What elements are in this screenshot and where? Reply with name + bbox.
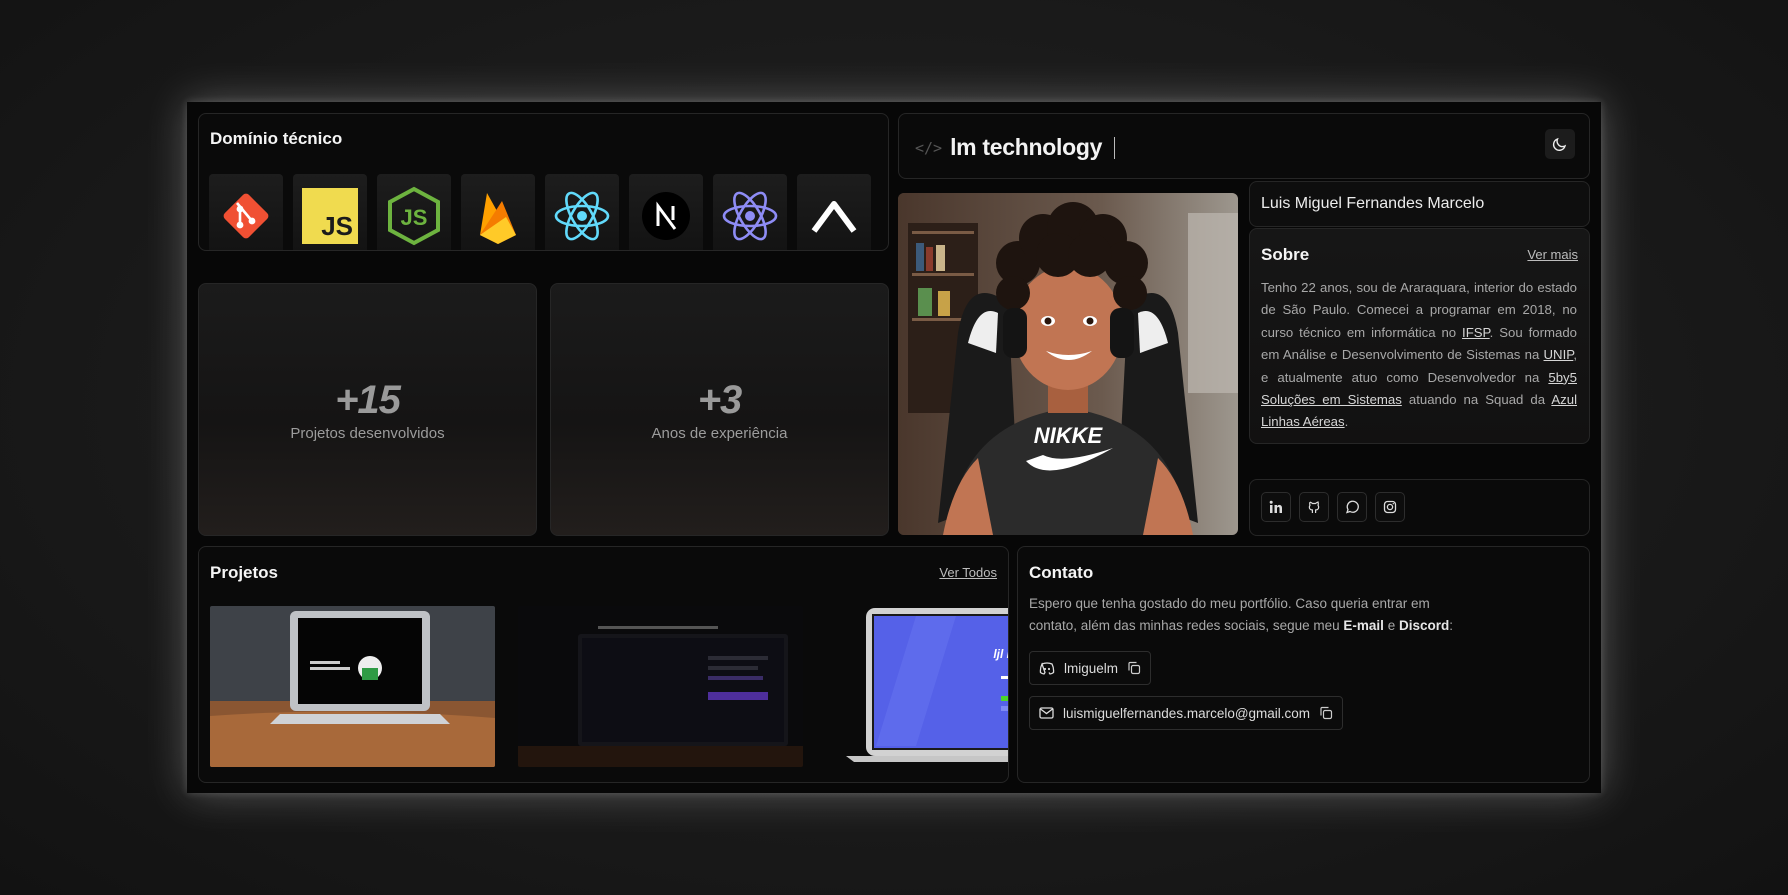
theme-toggle-button[interactable] <box>1545 129 1575 159</box>
whatsapp-icon <box>1345 500 1359 514</box>
discord-chip[interactable]: lmiguelm <box>1029 651 1152 685</box>
react-icon <box>554 191 610 241</box>
tech-tile-vite[interactable] <box>797 174 871 250</box>
contact-text: Espero que tenha gostado do meu portfóli… <box>1029 593 1457 637</box>
javascript-icon: JS <box>302 188 358 244</box>
tech-tile-react[interactable] <box>545 174 619 250</box>
copy-icon[interactable] <box>1319 706 1333 720</box>
email-chip[interactable]: luismiguelfernandes.marcelo@gmail.com <box>1029 696 1344 730</box>
svg-text:JS: JS <box>401 205 428 230</box>
tech-card: Domínio técnico JS JS <box>198 113 889 251</box>
social-card <box>1249 479 1590 536</box>
nodejs-icon: JS <box>388 186 440 246</box>
firebase-icon <box>480 193 516 244</box>
linkedin-icon <box>1269 500 1282 513</box>
linkedin-button[interactable] <box>1261 492 1291 522</box>
stat-experience-label: Anos de experiência <box>651 424 788 442</box>
moon-icon <box>1552 137 1567 151</box>
nextjs-icon <box>642 192 690 240</box>
discord-username: lmiguelm <box>1064 660 1119 676</box>
instagram-icon <box>1383 500 1397 514</box>
email-address: luismiguelfernandes.marcelo@gmail.com <box>1063 705 1311 721</box>
shirt-text: NIKKE <box>1034 423 1104 448</box>
caret-up-icon <box>811 201 857 233</box>
project-thumbnail-3[interactable]: ljl move it <box>826 606 1009 767</box>
contact-colon: : <box>1449 618 1453 633</box>
contact-and: e <box>1383 618 1399 633</box>
text-cursor <box>1114 136 1116 159</box>
monitor-photo <box>518 606 803 767</box>
github-icon <box>1308 501 1320 513</box>
avatar-illustration: NIKKE <box>898 193 1238 535</box>
tech-tile-react-native[interactable] <box>713 174 787 250</box>
tech-tile-firebase[interactable] <box>461 174 535 250</box>
unip-link[interactable]: UNIP <box>1544 347 1574 362</box>
stat-projects-value: +15 <box>335 377 401 422</box>
tech-tile-javascript[interactable]: JS <box>293 174 367 250</box>
code-icon: </> <box>915 138 943 157</box>
git-icon <box>223 193 269 239</box>
about-text: Tenho 22 anos, sou de Araraquara, interi… <box>1261 277 1577 434</box>
about-more-link[interactable]: Ver mais <box>1527 247 1578 262</box>
project-thumbnail-1[interactable] <box>210 606 495 767</box>
brand[interactable]: </> lm technology <box>915 134 1116 161</box>
github-button[interactable] <box>1299 492 1329 522</box>
name-card: Luis Miguel Fernandes Marcelo <box>1249 181 1590 227</box>
laptop-mockup: ljl move it <box>826 606 1009 767</box>
about-text-4: atuando na Squad da <box>1401 392 1552 408</box>
contact-email-label: E-mail <box>1343 618 1384 633</box>
instagram-button[interactable] <box>1375 492 1405 522</box>
stat-projects: +15 Projetos desenvolvidos <box>198 283 537 536</box>
project-thumbnail-2[interactable] <box>518 606 803 767</box>
about-text-5: . <box>1344 414 1349 430</box>
ifsp-link[interactable]: IFSP <box>1462 325 1490 340</box>
move-it-logo: ljl move it <box>993 647 1009 661</box>
contact-discord-label: Discord <box>1398 618 1450 633</box>
projects-title: Projetos <box>210 563 279 582</box>
laptop-photo-1 <box>210 606 495 767</box>
about-card: Sobre Ver mais Tenho 22 anos, sou de Ara… <box>1249 228 1590 444</box>
projects-view-all-link[interactable]: Ver Todos <box>939 565 997 580</box>
projects-card: Projetos Ver Todos ljl <box>198 546 1009 783</box>
js-label: JS <box>321 211 353 241</box>
tech-list: JS JS <box>209 174 871 250</box>
about-title: Sobre <box>1261 245 1310 264</box>
profile-name: Luis Miguel Fernandes Marcelo <box>1261 195 1485 212</box>
contact-card: Contato Espero que tenha gostado do meu … <box>1017 546 1590 783</box>
tech-tile-git[interactable] <box>209 174 283 250</box>
header-card: </> lm technology <box>898 113 1590 179</box>
stat-projects-label: Projetos desenvolvidos <box>290 424 445 442</box>
react-native-icon <box>722 191 778 241</box>
tech-tile-nextjs[interactable] <box>629 174 703 250</box>
tech-title: Domínio técnico <box>210 129 343 148</box>
copy-icon[interactable] <box>1127 661 1141 675</box>
brand-name: lm technology <box>950 134 1103 160</box>
discord-icon <box>1039 661 1055 675</box>
portfolio-frame: Domínio técnico JS JS +15 Projetos desen… <box>187 102 1601 793</box>
profile-avatar: NIKKE <box>898 193 1238 535</box>
mail-icon <box>1039 707 1054 719</box>
tech-tile-nodejs[interactable]: JS <box>377 174 451 250</box>
stat-experience-value: +3 <box>697 377 743 422</box>
contact-title: Contato <box>1029 563 1094 582</box>
whatsapp-button[interactable] <box>1337 492 1367 522</box>
stat-experience: +3 Anos de experiência <box>550 283 889 536</box>
